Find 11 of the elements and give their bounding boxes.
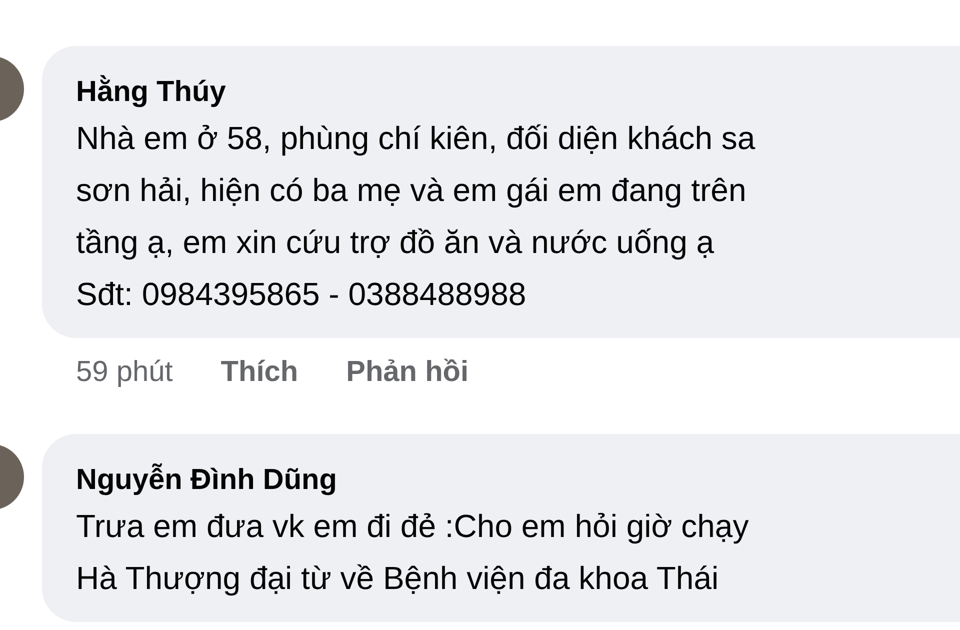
comment-text: sơn hải, hiện có ba mẹ và em gái em đang trên <box>76 171 748 210</box>
reply-button[interactable]: Phản hồi <box>346 352 469 392</box>
author-name[interactable]: Nguyễn Đình Dũng <box>76 460 960 500</box>
comment-text: Sđt: 0984395865 - 0388488988 <box>76 275 528 314</box>
comment-text: Trưa em đưa vk em đi đẻ :Cho em hỏi giờ chạy <box>76 507 750 546</box>
comment-text: tầng ạ, em xin cứu trợ đồ ăn và nước uống ạ <box>76 223 716 262</box>
like-button[interactable]: Thích <box>220 352 298 392</box>
comment-text: Nhà em ở 58, phùng chí kiên, đối diện khách sa <box>76 119 756 158</box>
comment-text: Hà Thượng đại từ về Bệnh viện đa khoa Thái <box>76 559 720 598</box>
comment-time: 59 phút <box>76 355 173 390</box>
author-name[interactable]: Hằng Thúy <box>76 72 960 112</box>
